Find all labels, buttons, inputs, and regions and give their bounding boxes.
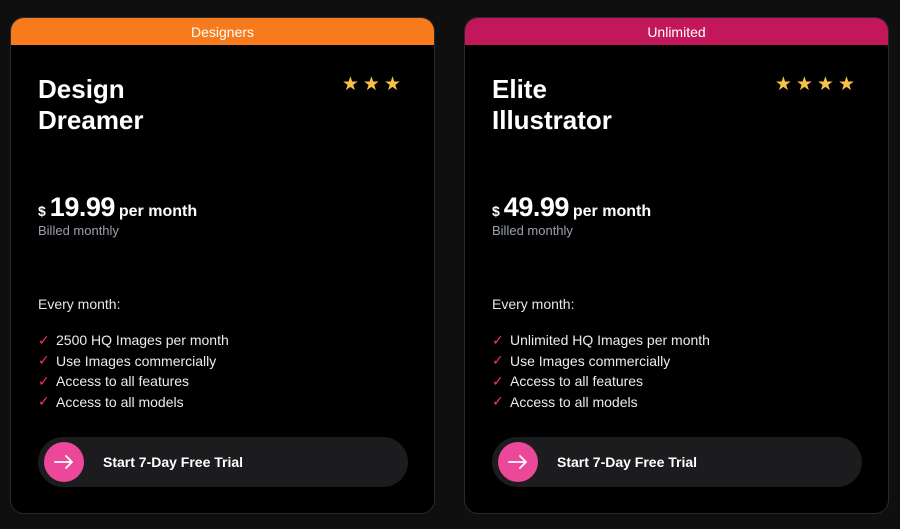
price-amount: 49.99 [503, 192, 570, 222]
check-icon: ✓ [492, 372, 504, 389]
plan-name-line2: Dreamer [38, 105, 144, 135]
check-icon: ✓ [38, 352, 50, 369]
feature-list: ✓ Unlimited HQ Images per month ✓ Use Imag… [492, 330, 710, 412]
feature-item: ✓ Access to all models [38, 392, 229, 413]
pricing-page: Designers Design Dreamer ★ ★ ★ $ 19.99 per… [0, 0, 900, 529]
check-icon: ✓ [38, 372, 50, 389]
plan-banner: Unlimited [465, 18, 888, 45]
currency-symbol: $ [38, 203, 46, 219]
arrow-right-icon [498, 442, 538, 482]
feature-item: ✓ Access to all features [38, 371, 229, 392]
start-trial-label: Start 7-Day Free Trial [103, 454, 244, 470]
feature-text: Access to all features [56, 373, 190, 390]
feature-text: 2500 HQ Images per month [56, 332, 229, 349]
star-icon: ★ [774, 74, 795, 95]
feature-list: ✓ 2500 HQ Images per month ✓ Use Images co… [38, 330, 229, 412]
feature-item: ✓ Use Images commercially [492, 351, 710, 372]
arrow-right-icon [44, 442, 84, 482]
plan-name: Design Dreamer [38, 74, 238, 136]
price: $ 49.99 per month [492, 192, 651, 223]
star-icon: ★ [383, 74, 404, 95]
plan-banner: Designers [11, 18, 434, 45]
feature-text: Use Images commercially [56, 352, 217, 369]
plan-name: Elite Illustrator [492, 74, 692, 136]
feature-item: ✓ 2500 HQ Images per month [38, 330, 229, 351]
star-icon: ★ [341, 74, 362, 95]
star-rating: ★ ★ ★ ★ [775, 73, 858, 96]
currency-symbol: $ [492, 203, 500, 219]
feature-item: ✓ Access to all models [492, 392, 710, 413]
check-icon: ✓ [492, 393, 504, 410]
price: $ 19.99 per month [38, 192, 197, 223]
start-trial-label: Start 7-Day Free Trial [557, 454, 698, 470]
feature-text: Access to all models [56, 393, 184, 410]
feature-text: Access to all models [510, 393, 638, 410]
star-icon: ★ [795, 74, 816, 95]
plan-card-elite-illustrator: Unlimited Elite Illustrator ★ ★ ★ ★ $ 49.99… [464, 17, 889, 514]
price-period: per month [572, 203, 652, 220]
price-amount: 19.99 [49, 192, 116, 222]
star-icon: ★ [816, 74, 837, 95]
billing-note: Billed monthly [38, 223, 119, 238]
feature-text: Access to all features [510, 373, 644, 390]
check-icon: ✓ [492, 331, 504, 348]
star-icon: ★ [362, 74, 383, 95]
feature-text: Use Images commercially [510, 352, 671, 369]
start-trial-button[interactable]: Start 7-Day Free Trial [492, 437, 862, 487]
features-heading: Every month: [492, 296, 575, 312]
start-trial-button[interactable]: Start 7-Day Free Trial [38, 437, 408, 487]
feature-text: Unlimited HQ Images per month [510, 332, 710, 349]
billing-note: Billed monthly [492, 223, 573, 238]
features-heading: Every month: [38, 296, 121, 312]
star-icon: ★ [837, 74, 858, 95]
feature-item: ✓ Access to all features [492, 371, 710, 392]
plan-name-line2: Illustrator [492, 105, 612, 135]
star-rating: ★ ★ ★ [342, 73, 404, 96]
price-period: per month [118, 203, 198, 220]
feature-item: ✓ Use Images commercially [38, 351, 229, 372]
check-icon: ✓ [38, 331, 50, 348]
plan-name-line1: Elite [492, 74, 547, 104]
plan-card-design-dreamer: Designers Design Dreamer ★ ★ ★ $ 19.99 per… [10, 17, 435, 514]
plan-name-line1: Design [38, 74, 125, 104]
check-icon: ✓ [492, 352, 504, 369]
check-icon: ✓ [38, 393, 50, 410]
feature-item: ✓ Unlimited HQ Images per month [492, 330, 710, 351]
